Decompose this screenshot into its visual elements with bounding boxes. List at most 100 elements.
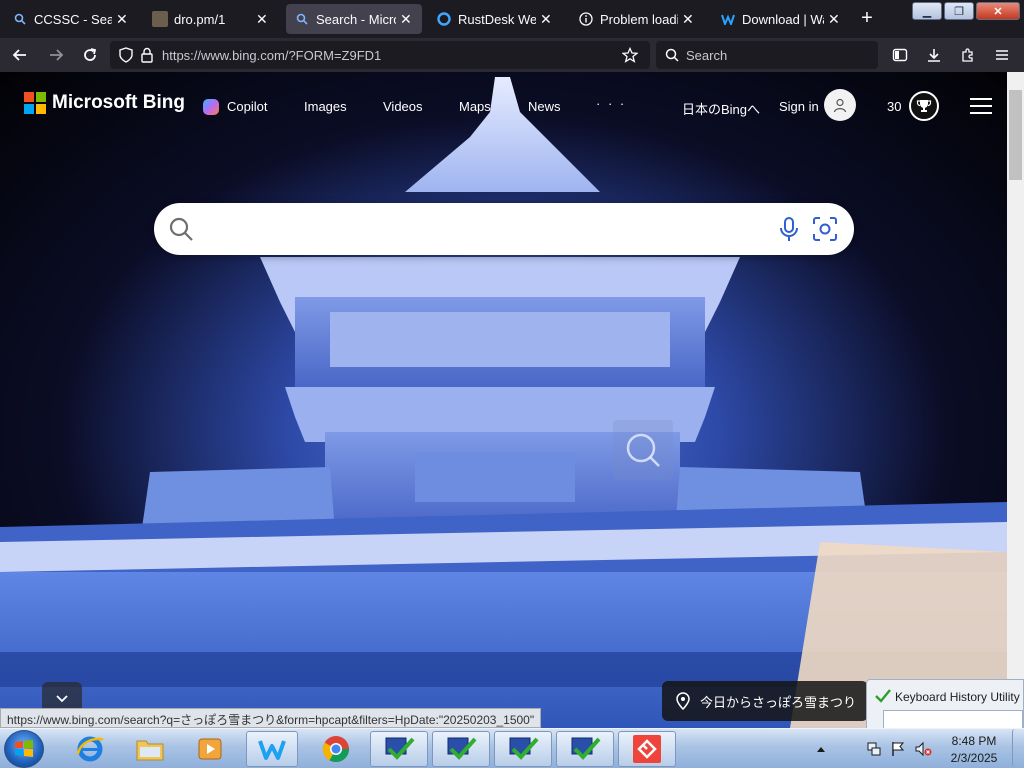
taskbar-wattpad[interactable] [246,731,298,767]
region-link[interactable]: 日本のBingへ [682,99,760,118]
folder-icon [136,740,164,761]
taskbar-media-player[interactable] [186,731,234,767]
close-window-button[interactable]: ✕ [976,2,1020,20]
wattpad-icon [258,740,286,760]
window-controls: ▁ ❐ ✕ [912,2,1020,20]
lock-icon[interactable] [140,47,154,63]
extensions-button[interactable] [956,43,980,67]
keyboard-history-utility-window[interactable]: Keyboard History Utility [866,679,1024,732]
search-icon[interactable] [168,216,194,242]
page-thumbnail-icon [152,11,168,27]
arrow-left-icon [12,49,26,61]
search-placeholder: Search [686,48,728,63]
taskbar-app-3[interactable] [494,731,552,767]
taskbar-chrome[interactable] [312,731,360,767]
start-button[interactable] [4,730,44,768]
forward-button[interactable] [44,43,68,67]
window-title: Keyboard History Utility [895,690,1020,704]
tab-label: Download | Wat [742,11,824,27]
taskbar-internet-explorer[interactable] [66,731,114,767]
tab-dro-pm[interactable]: dro.pm/1 ✕ [144,4,278,34]
tray-volume[interactable] [912,731,934,767]
search-icon [12,11,28,27]
tab-label: CCSSC - Search [34,11,112,27]
restore-button[interactable]: ❐ [944,2,974,20]
internet-explorer-icon [76,736,104,762]
back-button[interactable] [8,43,32,67]
clock-time[interactable]: 8:48 PM [944,734,1004,748]
tab-label: RustDesk Web C [458,11,536,27]
taskbar-app-2[interactable] [432,731,490,767]
download-icon [928,49,940,62]
close-icon[interactable]: ✕ [828,11,842,28]
close-icon[interactable]: ✕ [116,11,130,28]
rustdesk-icon [436,11,452,27]
shield-icon[interactable] [118,47,134,63]
tab-label: Search - Micros [316,11,396,27]
nav-copilot[interactable]: Copilot [227,99,267,114]
copilot-icon[interactable] [203,99,219,115]
image-caption-chip[interactable]: 今日からさっぽろ雪まつり [662,681,868,721]
microphone-icon[interactable] [776,215,802,243]
nav-maps[interactable]: Maps [459,99,491,114]
sidebar-icon [892,48,908,62]
settings-menu-button[interactable] [970,98,992,116]
close-icon[interactable]: ✕ [400,11,414,28]
tab-problem-loading[interactable]: Problem loading ✕ [570,4,704,34]
address-bar[interactable]: https://www.bing.com/?FORM=Z9FD1 [110,41,650,69]
taskbar-file-explorer[interactable] [126,731,174,767]
image-search-hotspot[interactable] [613,420,673,480]
scrollbar-thumb[interactable] [1009,90,1022,180]
search-icon [626,433,660,467]
bing-search-box[interactable] [154,203,854,255]
avatar[interactable] [824,89,856,121]
network-icon [867,742,881,756]
tab-search-microsoft[interactable]: Search - Micros ✕ [286,4,422,34]
bing-logo[interactable]: Microsoft Bing [24,92,185,114]
app-menu-button[interactable] [990,43,1014,67]
visual-search-icon[interactable] [811,215,839,243]
puzzle-icon [962,48,973,62]
bookmark-star-icon[interactable] [622,47,638,63]
rewards-trophy-icon[interactable] [909,91,939,121]
taskbar-anydesk[interactable] [618,731,676,767]
location-pin-icon [676,692,690,710]
search-input[interactable] [204,215,764,243]
nav-videos[interactable]: Videos [383,99,423,114]
nav-news[interactable]: News [528,99,561,114]
tray-action-center[interactable] [888,731,908,767]
downloads-button[interactable] [922,43,946,67]
background-image-snow-castle[interactable] [0,72,1007,728]
wattpad-icon [720,11,736,27]
url-text: https://www.bing.com/?FORM=Z9FD1 [162,48,382,63]
nav-more-button[interactable]: · · · [596,96,626,111]
clock-date[interactable]: 2/3/2025 [944,751,1004,765]
app-checkmark-icon [385,737,415,760]
new-tab-button[interactable]: + [856,6,878,32]
show-desktop-button[interactable] [1012,729,1024,767]
tab-download[interactable]: Download | Wat ✕ [712,4,850,34]
search-icon [294,11,310,27]
tab-ccssc-search[interactable]: CCSSC - Search ✕ [4,4,138,34]
checkmark-icon [875,689,891,703]
sign-in-link[interactable]: Sign in [779,99,819,114]
taskbar-app-4[interactable] [556,731,614,767]
tab-rustdesk[interactable]: RustDesk Web C ✕ [428,4,562,34]
sidebar-button[interactable] [888,43,912,67]
brand-name: Microsoft Bing [52,92,185,113]
chevron-up-icon [817,747,825,752]
close-icon[interactable]: ✕ [256,11,270,28]
reload-button[interactable] [78,43,102,67]
microsoft-logo-icon [24,92,46,114]
browser-search-bar[interactable]: Search [656,41,878,69]
show-hidden-icons-button[interactable] [812,731,830,767]
taskbar-app-1[interactable] [370,731,428,767]
tray-network[interactable] [864,731,884,767]
app-checkmark-icon [447,737,477,760]
rewards-count[interactable]: 30 [887,99,901,114]
close-icon[interactable]: ✕ [540,11,554,28]
close-icon[interactable]: ✕ [682,11,696,28]
minimize-button[interactable]: ▁ [912,2,942,20]
media-player-icon [198,738,222,760]
nav-images[interactable]: Images [304,99,347,114]
